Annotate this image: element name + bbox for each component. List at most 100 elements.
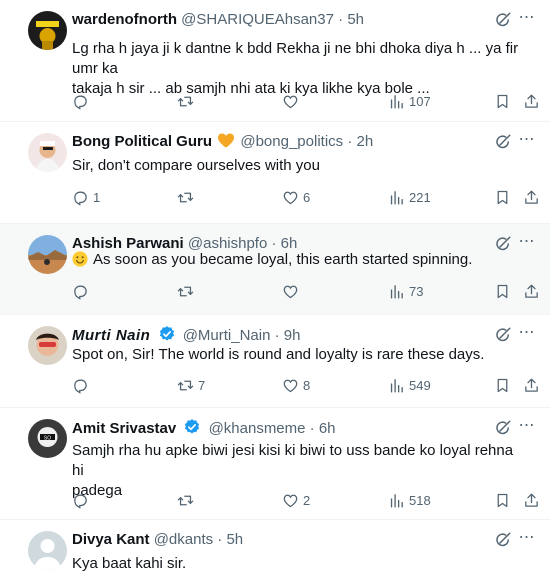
grok-icon[interactable] — [494, 326, 512, 344]
views-button[interactable]: 107 — [388, 91, 431, 111]
bookmark-button[interactable] — [494, 281, 511, 301]
like-button[interactable] — [282, 91, 303, 111]
timestamp[interactable]: 9h — [284, 327, 301, 344]
more-icon[interactable]: ⋯ — [518, 529, 536, 547]
share-button[interactable] — [523, 281, 540, 301]
action-bar: 2 518 — [72, 490, 532, 510]
avatar[interactable] — [28, 11, 67, 50]
share-icon — [523, 377, 540, 394]
repost-button[interactable] — [177, 490, 198, 510]
text-line: Samjh rha hu apke biwi jesi kisi ki biwi… — [72, 442, 514, 479]
like-icon — [282, 189, 299, 206]
action-bar: 107 — [72, 91, 532, 111]
repost-button[interactable]: 7 — [177, 375, 205, 395]
repost-icon — [177, 93, 194, 110]
like-icon — [282, 93, 299, 110]
user-name[interactable]: Murti Nain — [72, 327, 150, 344]
user-handle[interactable]: @Murti_Nain — [183, 327, 271, 344]
reply-icon — [72, 283, 89, 300]
user-name[interactable]: wardenofnorth — [72, 11, 177, 28]
reply-text: Spot on, Sir! The world is round and loy… — [72, 345, 520, 365]
avatar[interactable] — [28, 133, 67, 172]
more-icon[interactable]: ⋯ — [518, 233, 536, 251]
share-icon — [523, 189, 540, 206]
reply-text: Kya baat kahi sir. — [72, 554, 520, 574]
timestamp[interactable]: 2h — [357, 133, 374, 150]
bookmark-button[interactable] — [494, 187, 511, 207]
reply-button[interactable] — [72, 281, 93, 301]
reply-button[interactable] — [72, 375, 93, 395]
views-button[interactable]: 518 — [388, 490, 431, 510]
views-count: 549 — [409, 377, 431, 393]
separator: · — [217, 531, 223, 548]
user-name[interactable]: Amit Srivastav — [72, 420, 176, 437]
more-icon[interactable]: ⋯ — [518, 324, 536, 342]
like-button[interactable] — [282, 281, 303, 301]
action-bar: 1 6 221 — [72, 187, 532, 207]
timestamp[interactable]: 6h — [319, 420, 336, 437]
reply-card[interactable]: SO Amit Srivastav @khansmeme · 6h ⋯ Samj… — [0, 408, 550, 520]
like-icon — [282, 492, 299, 509]
bookmark-button[interactable] — [494, 375, 511, 395]
repost-icon — [177, 492, 194, 509]
timestamp[interactable]: 5h — [226, 531, 243, 548]
like-button[interactable]: 8 — [282, 375, 310, 395]
grok-icon[interactable] — [494, 11, 512, 29]
reply-text: As soon as you became loyal, this earth … — [72, 250, 520, 270]
reply-card[interactable]: wardenofnorth @SHARIQUEAhsan37 · 5h ⋯ Lg… — [0, 0, 550, 122]
reply-icon — [72, 189, 89, 206]
like-button[interactable]: 6 — [282, 187, 310, 207]
repost-count: 7 — [198, 377, 206, 393]
svg-text:SO: SO — [44, 436, 51, 442]
reply-card[interactable]: Divya Kant @dkants · 5h ⋯ Kya baat kahi … — [0, 520, 550, 580]
repost-button[interactable] — [177, 187, 198, 207]
share-button[interactable] — [523, 375, 540, 395]
views-icon — [388, 492, 405, 509]
repost-button[interactable] — [177, 91, 198, 111]
views-count: 518 — [409, 492, 431, 508]
more-icon[interactable]: ⋯ — [518, 131, 536, 149]
like-count: 6 — [303, 189, 311, 205]
views-button[interactable]: 221 — [388, 187, 431, 207]
avatar[interactable] — [28, 326, 67, 365]
views-button[interactable]: 73 — [388, 281, 423, 301]
reply-card[interactable]: Murti Nain @Murti_Nain · 9h ⋯ Spot on, S… — [0, 315, 550, 408]
reply-card[interactable]: Bong Political Guru @bong_politics · 2h … — [0, 122, 550, 224]
like-button[interactable]: 2 — [282, 490, 310, 510]
repost-button[interactable] — [177, 281, 198, 301]
avatar[interactable] — [28, 531, 67, 570]
share-button[interactable] — [523, 187, 540, 207]
user-handle[interactable]: @SHARIQUEAhsan37 — [181, 11, 334, 28]
reply-text: Sir, don't compare ourselves with you — [72, 156, 520, 176]
share-button[interactable] — [523, 490, 540, 510]
text-line: As soon as you became loyal, this earth … — [93, 251, 473, 268]
user-name[interactable]: Bong Political Guru — [72, 133, 212, 150]
bookmark-button[interactable] — [494, 91, 511, 111]
more-icon[interactable]: ⋯ — [518, 417, 536, 435]
reply-button[interactable]: 1 — [72, 187, 100, 207]
user-handle[interactable]: @bong_politics — [240, 133, 343, 150]
reply-card[interactable]: Ashish Parwani @ashishpfo · 6h ⋯ As soon… — [0, 224, 550, 315]
views-icon — [388, 377, 405, 394]
share-icon — [523, 93, 540, 110]
user-handle[interactable]: @khansmeme — [209, 420, 306, 437]
bookmark-button[interactable] — [494, 490, 511, 510]
avatar[interactable]: SO — [28, 419, 67, 458]
timestamp[interactable]: 5h — [347, 11, 364, 28]
like-count: 8 — [303, 377, 311, 393]
grok-icon[interactable] — [494, 133, 512, 151]
reply-button[interactable] — [72, 91, 93, 111]
bookmark-icon — [494, 492, 511, 509]
reply-button[interactable] — [72, 490, 93, 510]
more-icon[interactable]: ⋯ — [518, 9, 536, 27]
reply-count: 1 — [93, 189, 101, 205]
text-line: Lg rha h jaya ji k dantne k bdd Rekha ji… — [72, 40, 519, 77]
share-button[interactable] — [523, 91, 540, 111]
views-button[interactable]: 549 — [388, 375, 431, 395]
heart-emoji — [218, 133, 235, 148]
user-name[interactable]: Divya Kant — [72, 531, 150, 548]
grok-icon[interactable] — [494, 419, 512, 437]
user-handle[interactable]: @dkants — [154, 531, 213, 548]
avatar[interactable] — [28, 235, 67, 274]
grok-icon[interactable] — [494, 531, 512, 549]
